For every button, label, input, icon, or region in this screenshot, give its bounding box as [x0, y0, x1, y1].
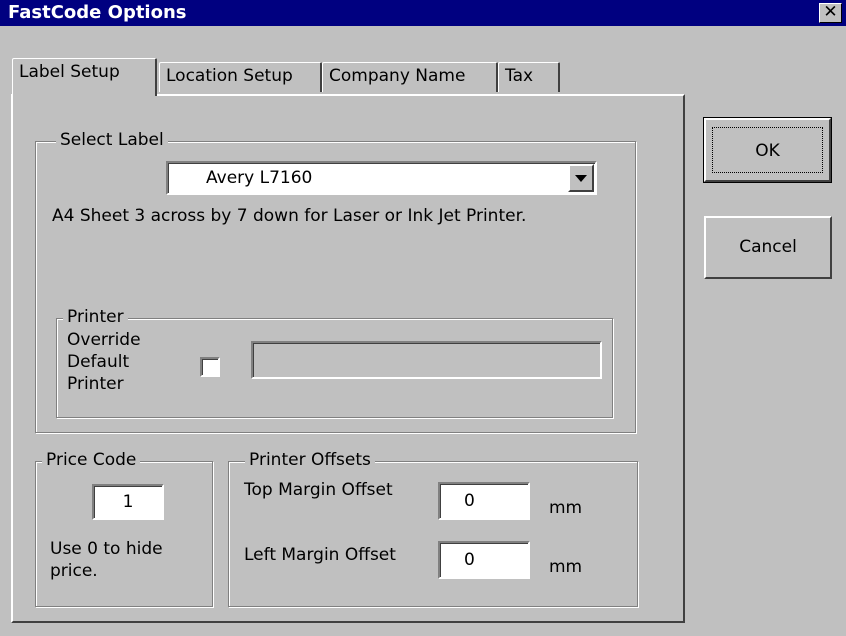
left-margin-value: 0: [464, 550, 475, 570]
printer-name-field: [251, 341, 602, 379]
close-icon: ✕: [823, 2, 838, 22]
price-code-legend: Price Code: [42, 450, 141, 470]
chevron-down-icon: [575, 175, 587, 182]
top-margin-label: Top Margin Offset: [244, 480, 393, 500]
price-code-group: Price Code 1 Use 0 to hide price.: [35, 450, 213, 607]
tab-location-setup[interactable]: Location Setup: [159, 62, 322, 92]
label-dropdown-value: Avery L7160: [206, 168, 313, 188]
label-description: A4 Sheet 3 across by 7 down for Laser or…: [52, 206, 527, 226]
top-margin-unit: mm: [549, 498, 583, 518]
override-label-line3: Printer: [67, 374, 124, 394]
price-code-hint-line1: Use 0 to hide: [50, 539, 163, 559]
tab-panel: Select Label Avery L7160 A4 Sheet 3 acro…: [11, 94, 685, 623]
price-code-value: 1: [122, 492, 134, 512]
dropdown-arrow-button[interactable]: [568, 164, 594, 192]
tab-label: Tax: [505, 66, 534, 86]
top-margin-value: 0: [464, 491, 475, 511]
window-title: FastCode Options: [8, 2, 187, 23]
tab-label: Label Setup: [19, 62, 120, 82]
override-default-printer-checkbox[interactable]: [200, 357, 220, 377]
ok-label: OK: [755, 141, 780, 161]
left-margin-input[interactable]: 0: [438, 541, 530, 579]
printer-offsets-group: Printer Offsets Top Margin Offset 0 mm L…: [228, 450, 638, 607]
tab-label: Location Setup: [166, 66, 293, 86]
left-margin-label: Left Margin Offset: [244, 545, 396, 565]
tab-label-setup[interactable]: Label Setup: [12, 58, 157, 96]
label-dropdown[interactable]: Avery L7160: [166, 161, 597, 195]
title-bar[interactable]: FastCode Options ✕: [0, 0, 846, 26]
cancel-label: Cancel: [739, 237, 797, 257]
cancel-button[interactable]: Cancel: [704, 216, 832, 279]
ok-button[interactable]: OK: [703, 117, 832, 183]
close-button[interactable]: ✕: [819, 3, 842, 23]
printer-group: Printer Override Default Printer: [56, 307, 613, 418]
override-label-line2: Default: [67, 352, 130, 372]
override-label-line1: Override: [67, 330, 141, 350]
left-margin-unit: mm: [549, 557, 583, 577]
select-label-group: Select Label Avery L7160 A4 Sheet 3 acro…: [35, 130, 636, 433]
top-margin-input[interactable]: 0: [438, 482, 530, 520]
tab-label: Company Name: [329, 66, 466, 86]
tab-tax[interactable]: Tax: [498, 62, 560, 92]
price-code-input[interactable]: 1: [92, 484, 164, 520]
printer-legend: Printer: [63, 307, 128, 327]
tab-company-name[interactable]: Company Name: [322, 62, 498, 92]
price-code-hint-line2: price.: [50, 561, 98, 581]
printer-offsets-legend: Printer Offsets: [245, 450, 375, 470]
select-label-legend: Select Label: [56, 130, 168, 150]
